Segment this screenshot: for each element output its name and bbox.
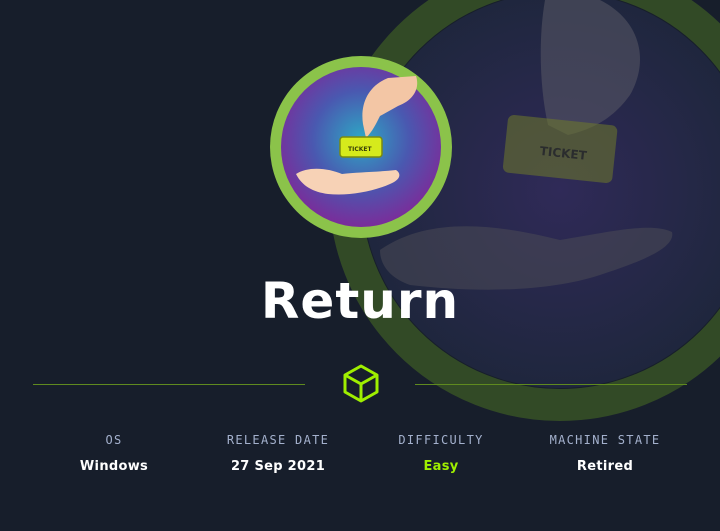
- stat-value-release-date: 27 Sep 2021: [230, 459, 326, 474]
- ticket-icon: TICKET: [339, 136, 383, 158]
- ticket-icon: TICKET: [502, 115, 618, 184]
- machine-stats: OS Windows RELEASE DATE 27 Sep 2021 DIFF…: [0, 433, 720, 483]
- stat-difficulty: DIFFICULTY Easy: [361, 433, 521, 474]
- stat-label-os: OS: [105, 433, 123, 447]
- divider-left: [33, 384, 305, 385]
- stat-label-release-date: RELEASE DATE: [226, 433, 330, 447]
- stat-value-os: Windows: [79, 459, 149, 474]
- stat-value-machine-state: Retired: [576, 459, 634, 474]
- stat-label-difficulty: DIFFICULTY: [398, 433, 484, 447]
- stat-value-difficulty: Easy: [423, 459, 459, 474]
- cube-icon: [343, 364, 379, 403]
- stat-release-date: RELEASE DATE 27 Sep 2021: [198, 433, 358, 474]
- stat-os: OS Windows: [34, 433, 194, 474]
- stat-label-machine-state: MACHINE STATE: [549, 433, 661, 447]
- machine-name: Return: [260, 272, 460, 330]
- ticket-label: TICKET: [348, 146, 372, 153]
- machine-logo: TICKET: [270, 56, 452, 238]
- stat-machine-state: MACHINE STATE Retired: [525, 433, 685, 474]
- divider-right: [415, 384, 687, 385]
